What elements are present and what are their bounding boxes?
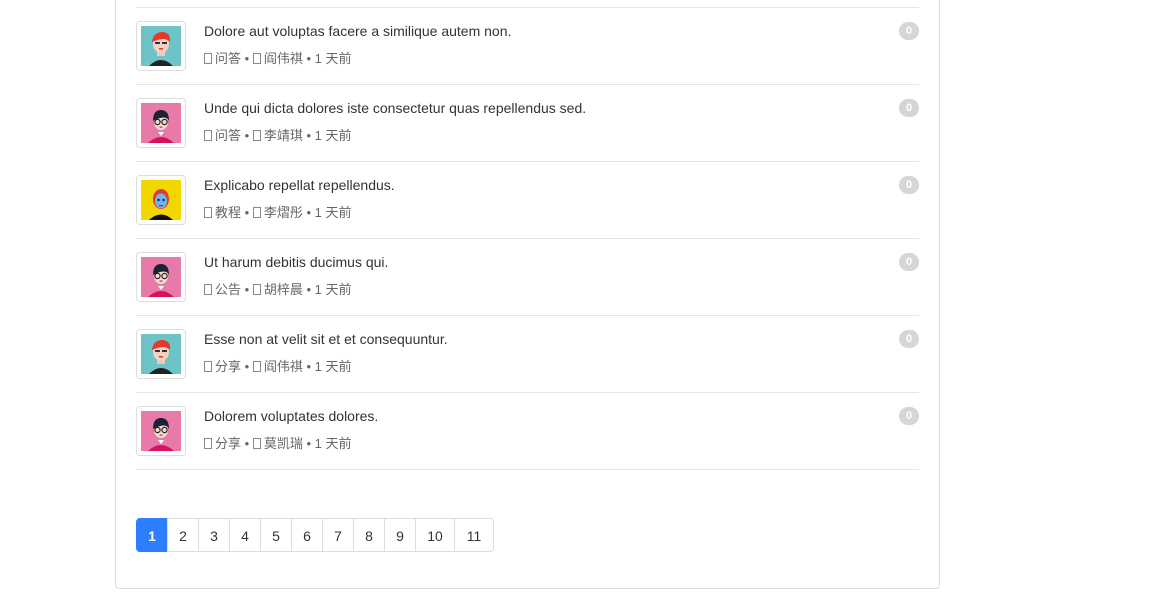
topic-title[interactable]: Explicabo repellat repellendus. [204, 177, 395, 193]
topic-time: 1 天前 [314, 205, 352, 220]
page-link-3[interactable]: 3 [198, 518, 230, 552]
avatar-pink-glasses-icon [141, 257, 181, 297]
reply-count-badge: 0 [899, 99, 919, 117]
avatar[interactable] [136, 329, 186, 379]
reply-count-badge: 0 [899, 407, 919, 425]
page-link-7[interactable]: 7 [322, 518, 354, 552]
meta-separator: • [244, 51, 250, 66]
topic-time: 1 天前 [314, 282, 352, 297]
meta-separator: • [244, 436, 250, 451]
reply-count-badge: 0 [899, 176, 919, 194]
topic-title[interactable]: Esse non at velit sit et et consequuntur… [204, 331, 448, 347]
avatar[interactable] [136, 21, 186, 71]
page-link-5[interactable]: 5 [260, 518, 292, 552]
topic-category[interactable]: 分享 [215, 359, 241, 374]
meta-separator: • [306, 51, 312, 66]
topic-author[interactable]: 阎伟祺 [264, 359, 303, 374]
folder-icon [204, 438, 212, 449]
user-icon [252, 284, 261, 295]
user-icon [252, 438, 261, 449]
page-link-6[interactable]: 6 [291, 518, 323, 552]
topic-list: Dolore aut voluptas facere a similique a… [136, 7, 919, 470]
page-link-8[interactable]: 8 [353, 518, 385, 552]
meta-separator: • [306, 359, 312, 374]
topic-item[interactable]: Dolorem voluptates dolores. 分享 • 莫凯瑞 • 1… [136, 393, 919, 470]
avatar-teal-redhair-icon [141, 334, 181, 374]
avatar[interactable] [136, 406, 186, 456]
avatar[interactable] [136, 98, 186, 148]
avatar-teal-redhair-icon [141, 26, 181, 66]
topic-category[interactable]: 问答 [215, 51, 241, 66]
avatar-yellow-bluefaced-icon [141, 180, 181, 220]
page-link-4[interactable]: 4 [229, 518, 261, 552]
topic-meta: 分享 • 阎伟祺 • 1 天前 [204, 356, 352, 375]
topic-title[interactable]: Dolorem voluptates dolores. [204, 408, 378, 424]
topic-meta: 公告 • 胡梓晨 • 1 天前 [204, 279, 352, 298]
meta-separator: • [306, 436, 312, 451]
topic-time: 1 天前 [314, 436, 352, 451]
reply-count-badge: 0 [899, 330, 919, 348]
topic-category[interactable]: 教程 [215, 205, 241, 220]
topic-item[interactable]: Unde qui dicta dolores iste consectetur … [136, 85, 919, 162]
meta-separator: • [306, 282, 312, 297]
page-link-10[interactable]: 10 [415, 518, 455, 552]
page-link-2[interactable]: 2 [167, 518, 199, 552]
topic-category[interactable]: 问答 [215, 128, 241, 143]
topic-time: 1 天前 [314, 359, 352, 374]
folder-icon [204, 130, 212, 141]
topic-meta: 问答 • 李靖琪 • 1 天前 [204, 125, 352, 144]
topic-item[interactable]: Dolore aut voluptas facere a similique a… [136, 7, 919, 85]
folder-icon [204, 361, 212, 372]
page-link-11[interactable]: 11 [454, 518, 494, 552]
avatar-pink-glasses-icon [141, 103, 181, 143]
meta-separator: • [244, 205, 250, 220]
topic-title[interactable]: Ut harum debitis ducimus qui. [204, 254, 388, 270]
topic-item[interactable]: Explicabo repellat repellendus. 教程 • 李熠彤… [136, 162, 919, 239]
avatar[interactable] [136, 252, 186, 302]
user-icon [252, 130, 261, 141]
avatar-pink-glasses-icon [141, 411, 181, 451]
topic-author[interactable]: 莫凯瑞 [264, 436, 303, 451]
topic-title[interactable]: Unde qui dicta dolores iste consectetur … [204, 100, 586, 116]
reply-count-badge: 0 [899, 253, 919, 271]
avatar[interactable] [136, 175, 186, 225]
topic-time: 1 天前 [314, 128, 352, 143]
topic-item[interactable]: Ut harum debitis ducimus qui. 公告 • 胡梓晨 •… [136, 239, 919, 316]
meta-separator: • [306, 205, 312, 220]
topic-title[interactable]: Dolore aut voluptas facere a similique a… [204, 23, 511, 39]
topic-time: 1 天前 [314, 51, 352, 66]
folder-icon [204, 53, 212, 64]
topic-category[interactable]: 分享 [215, 436, 241, 451]
topic-item[interactable]: Esse non at velit sit et et consequuntur… [136, 316, 919, 393]
topic-author[interactable]: 李靖琪 [264, 128, 303, 143]
reply-count-badge: 0 [899, 22, 919, 40]
page-link-9[interactable]: 9 [384, 518, 416, 552]
topic-meta: 教程 • 李熠彤 • 1 天前 [204, 202, 352, 221]
folder-icon [204, 207, 212, 218]
topic-panel: Dolore aut voluptas facere a similique a… [115, 0, 940, 589]
meta-separator: • [306, 128, 312, 143]
user-icon [252, 207, 261, 218]
folder-icon [204, 284, 212, 295]
topic-meta: 分享 • 莫凯瑞 • 1 天前 [204, 433, 352, 452]
topic-author[interactable]: 李熠彤 [264, 205, 303, 220]
user-icon [252, 53, 261, 64]
pagination: 1 2 3 4 5 6 7 8 9 10 11 [136, 518, 494, 552]
topic-meta: 问答 • 阎伟祺 • 1 天前 [204, 48, 352, 67]
topic-author[interactable]: 阎伟祺 [264, 51, 303, 66]
meta-separator: • [244, 282, 250, 297]
page-link-1[interactable]: 1 [136, 518, 168, 552]
topic-author[interactable]: 胡梓晨 [264, 282, 303, 297]
meta-separator: • [244, 359, 250, 374]
meta-separator: • [244, 128, 250, 143]
user-icon [252, 361, 261, 372]
topic-category[interactable]: 公告 [215, 282, 241, 297]
